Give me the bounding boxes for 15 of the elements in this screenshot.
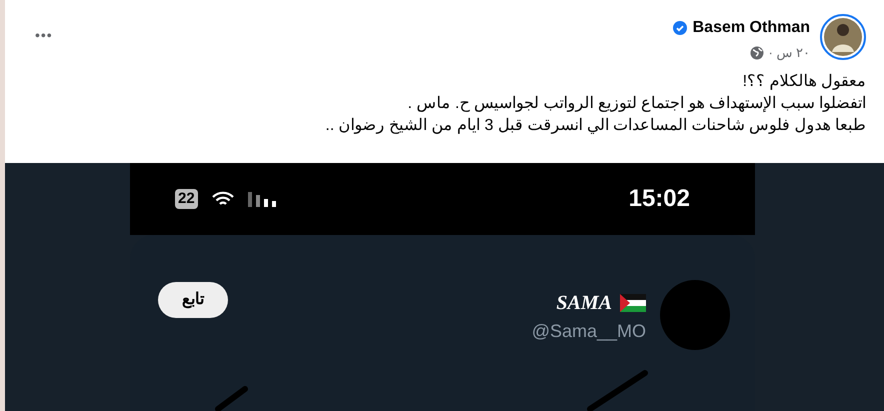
author-name[interactable]: Basem Othman (692, 16, 810, 40)
status-time: 15:02 (628, 184, 690, 214)
more-options-button[interactable]: ••• (35, 28, 53, 42)
post-text: اتفضلوا سبب الإستهداف هو اجتماع لتوزيع الرواتب لجواسيس ح. ماس . (406, 94, 866, 114)
post-text: معقول هالكلام ؟؟! (742, 72, 866, 92)
flag-icon (620, 294, 646, 312)
battery-indicator: 22 (175, 189, 198, 209)
post-time[interactable]: ٢٠ س · (768, 43, 810, 62)
tweet-handle: @Sama__MO (532, 320, 646, 343)
follow-button[interactable]: تابع (158, 282, 228, 318)
avatar-icon (660, 280, 730, 350)
globe-icon (750, 46, 764, 60)
post-text: طبعا هدول فلوس شاحنات المساعدات الي انسرقت قبل 3 ايام من الشيخ رضوان .. (324, 116, 866, 136)
wifi-icon (212, 191, 234, 207)
tweet-author-name: SAMA (556, 291, 612, 316)
